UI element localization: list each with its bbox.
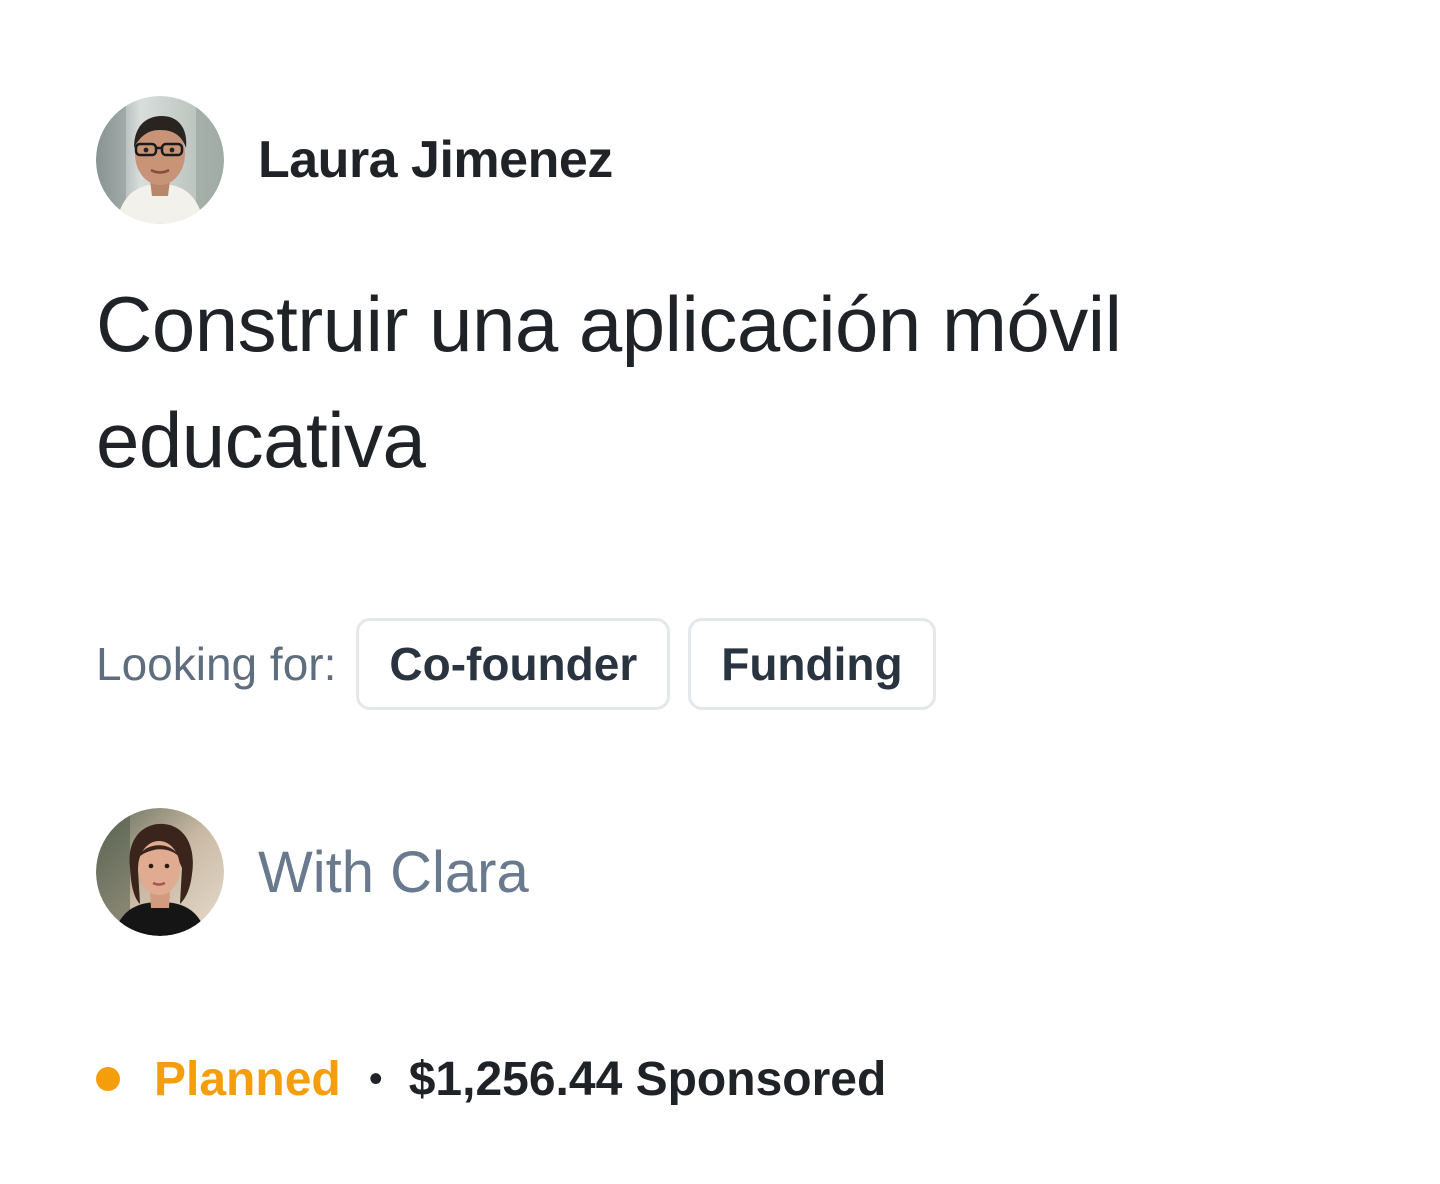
status-label: Planned	[154, 1052, 341, 1106]
status-row: Planned • $1,256.44 Sponsored	[96, 1044, 1346, 1114]
author-avatar[interactable]	[96, 96, 224, 224]
collaborator-text[interactable]: With Clara	[258, 839, 529, 906]
looking-for-row: Looking for: Co-founder Funding	[96, 616, 1346, 712]
collaborator-row: With Clara	[96, 808, 1346, 936]
tag-funding[interactable]: Funding	[688, 618, 936, 710]
sponsored-amount: $1,256.44 Sponsored	[408, 1052, 887, 1106]
looking-for-label: Looking for:	[96, 638, 337, 690]
project-card[interactable]: Laura Jimenez Construir una aplicación m…	[96, 96, 1346, 1114]
collaborator-avatar[interactable]	[96, 808, 224, 936]
author-name[interactable]: Laura Jimenez	[258, 130, 613, 190]
project-title[interactable]: Construir una aplicación móvil educativa	[96, 266, 1296, 498]
separator-dot: •	[368, 1056, 383, 1101]
status-dot-icon	[96, 1067, 120, 1091]
author-row: Laura Jimenez	[96, 96, 1346, 224]
tag-co-founder[interactable]: Co-founder	[356, 618, 671, 710]
